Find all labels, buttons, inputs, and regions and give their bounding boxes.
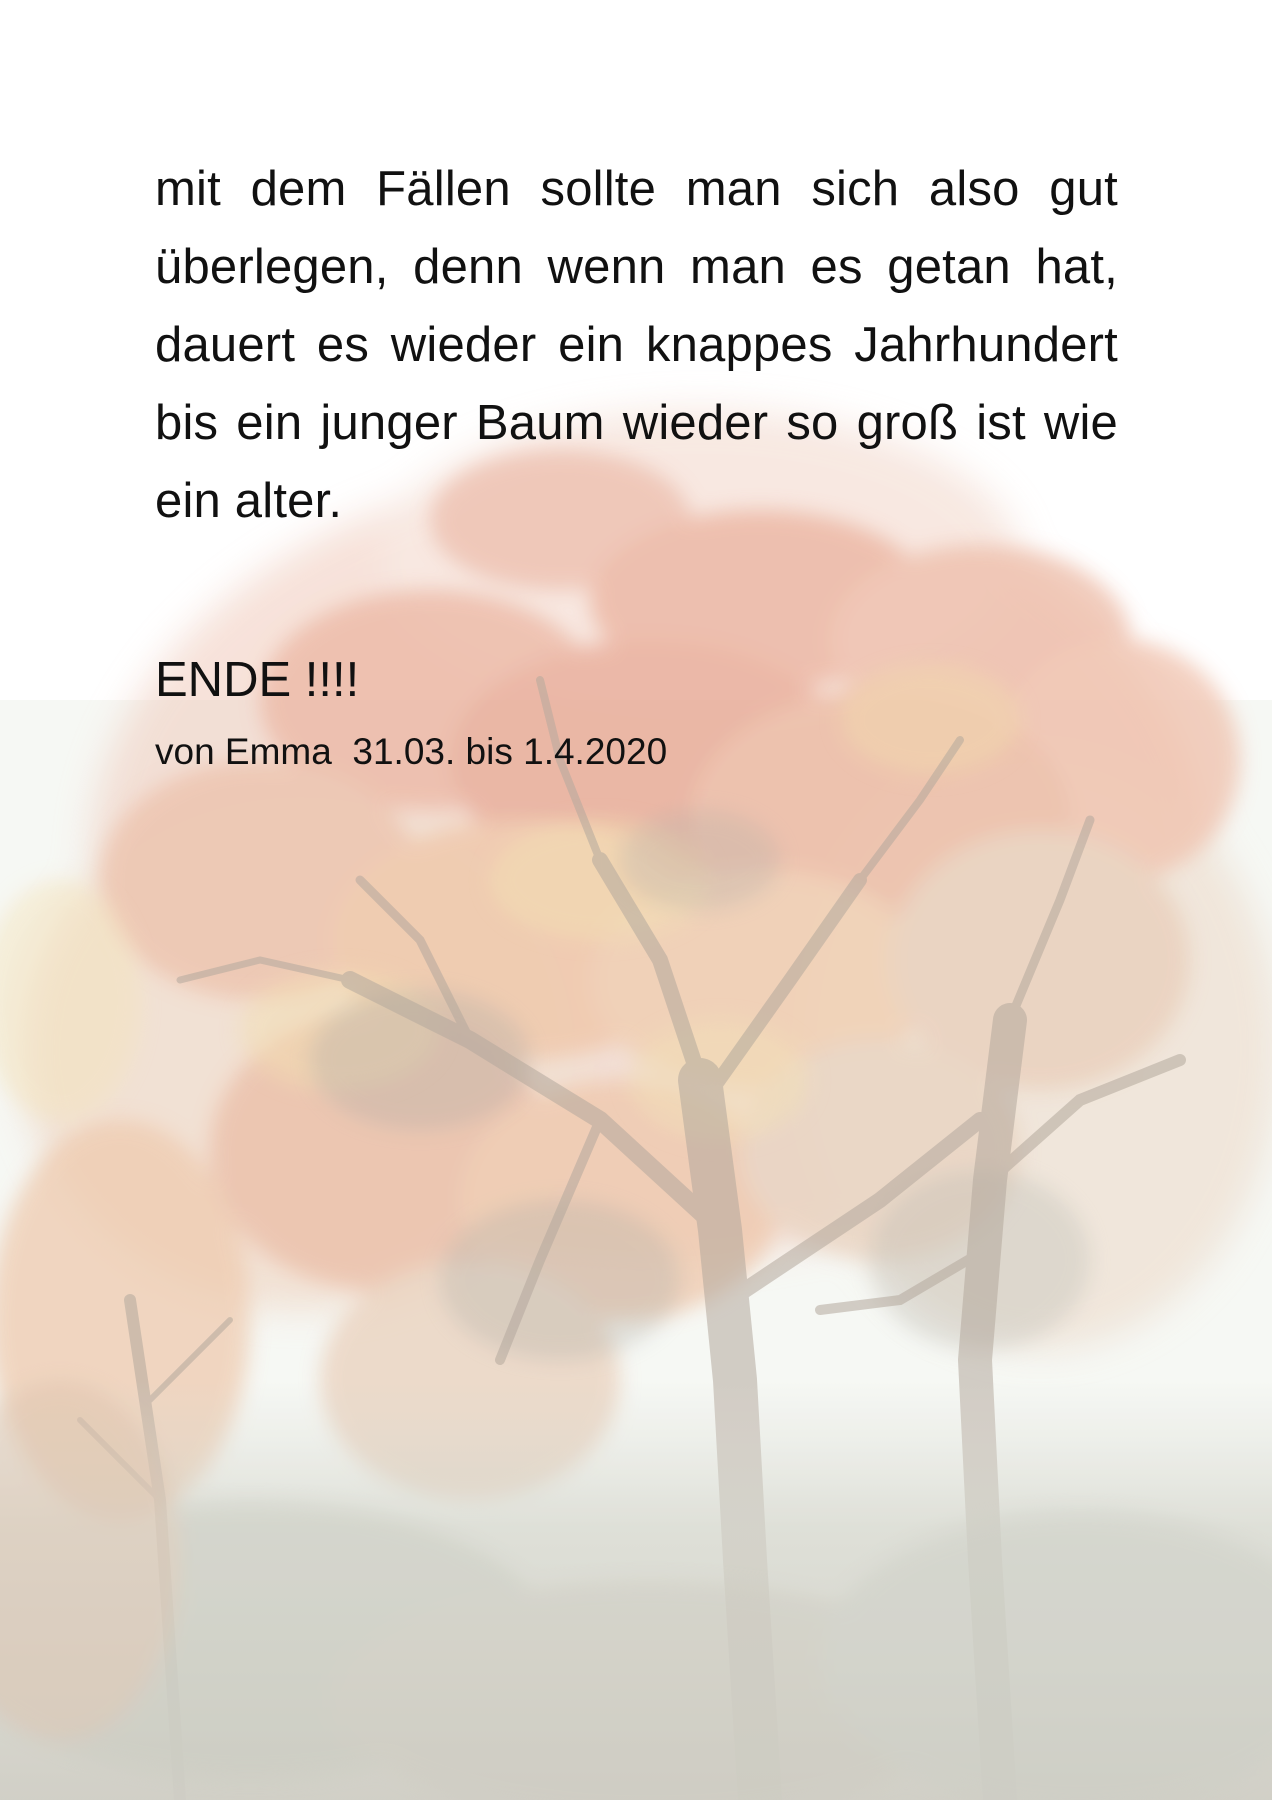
author-signature: von Emma 31.03. bis 1.4.2020 [155,731,668,772]
body-paragraph: mit dem Fällen sollte man sich also gut … [155,162,1118,528]
ending-heading: ENDE !!!! [155,653,360,707]
text-content: mit dem Fällen sollte man sich also gut … [155,150,1118,778]
document-page: mit dem Fällen sollte man sich also gut … [0,0,1272,1800]
